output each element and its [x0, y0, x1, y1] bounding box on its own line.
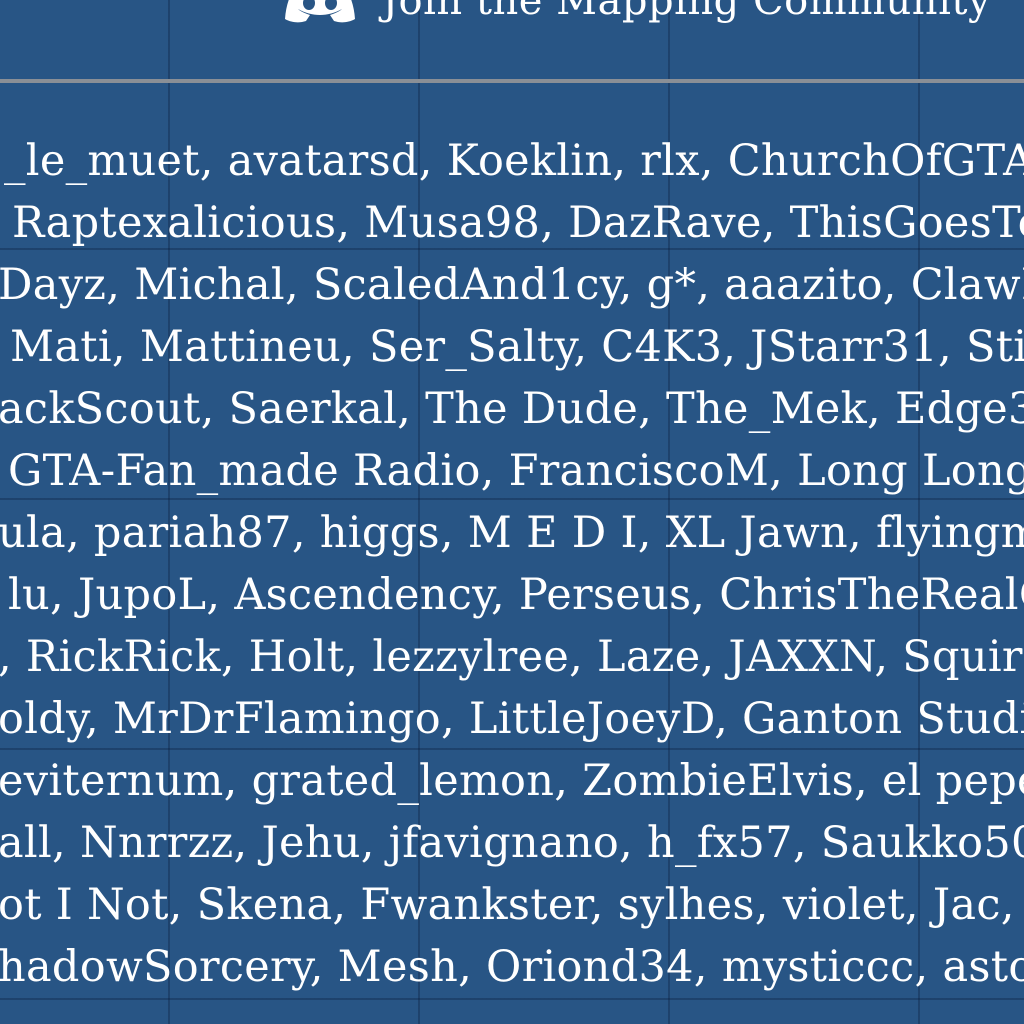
credit-line: Dayz, Michal, ScaledAnd1cy, g*, aaazito,…: [0, 260, 1024, 310]
credit-line: ot I Not, Skena, Fwankster, sylhes, viol…: [0, 880, 1024, 930]
credit-line: all, Nnrrzz, Jehu, jfavignano, h_fx57, S…: [0, 818, 1024, 868]
credit-line: oldy, MrDrFlamingo, LittleJoeyD, Ganton …: [0, 694, 1024, 744]
credit-line: ackScout, Saerkal, The Dude, The_Mek, Ed…: [0, 384, 1024, 434]
credits-list: _le_muet, avatarsd, Koeklin, rlx, Church…: [0, 140, 1024, 1024]
credit-line: , RickRick, Holt, lezzylree, Laze, JAXXN…: [0, 632, 1024, 682]
credit-line: Raptexalicious, Musa98, DazRave, ThisGoe…: [12, 198, 1024, 248]
credit-line: _le_muet, avatarsd, Koeklin, rlx, Church…: [4, 140, 1024, 186]
credit-line: ula, pariah87, higgs, M E D I, XL Jawn, …: [0, 508, 1024, 558]
credit-line: Mati, Mattineu, Ser_Salty, C4K3, JStarr3…: [10, 322, 1024, 372]
header-divider: [0, 79, 1024, 83]
credit-line: GTA-Fan_made Radio, FranciscoM, Long Lon…: [8, 446, 1024, 496]
top-bar: Join the Mapping Community: [0, 0, 1024, 80]
join-community-link[interactable]: Join the Mapping Community: [284, 0, 991, 24]
community-link-label: Join the Mapping Community: [382, 0, 992, 24]
credit-line: eviternum, grated_lemon, ZombieElvis, el…: [0, 756, 1024, 806]
credit-line: hadowSorcery, Mesh, Oriond34, mysticcc, …: [0, 942, 1024, 992]
discord-icon: [285, 0, 355, 23]
credit-line: lu, JupoL, Ascendency, Perseus, ChrisThe…: [8, 570, 1024, 620]
